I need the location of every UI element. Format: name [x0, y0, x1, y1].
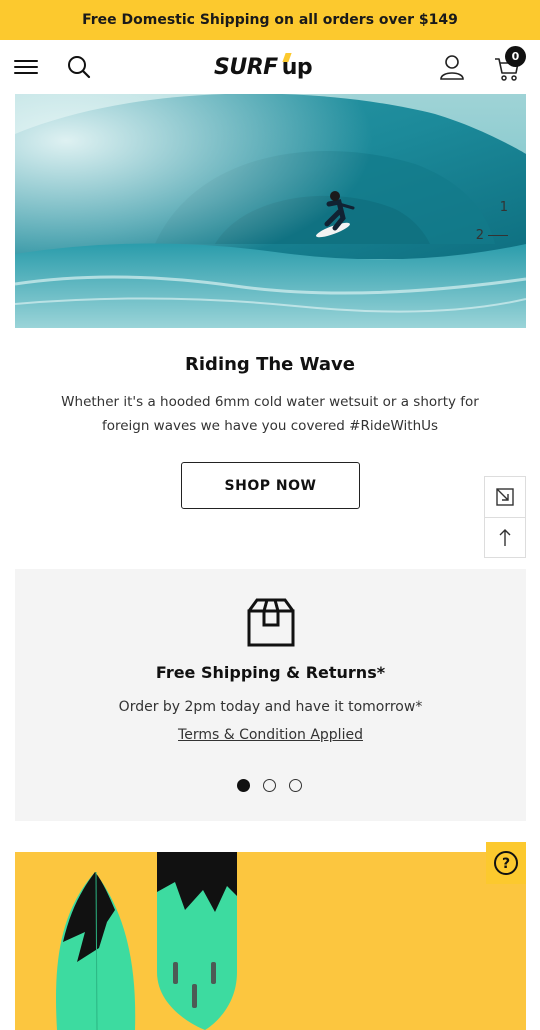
slider-dot-2[interactable]: [263, 779, 276, 792]
cart-count-badge: 0: [505, 46, 526, 67]
slider-dot-3[interactable]: [289, 779, 302, 792]
features-slider: Free Shipping & Returns* Order by 2pm to…: [15, 569, 526, 821]
wave-image: [15, 94, 526, 328]
hero-description: Whether it's a hooded 6mm cold water wet…: [61, 394, 479, 434]
slider-dots: [237, 779, 302, 792]
account-icon[interactable]: [438, 53, 466, 81]
slide-number-indicator: 1 2: [476, 194, 508, 250]
question-icon: ?: [494, 851, 518, 875]
surfboard-right: [157, 852, 237, 1030]
expand-tool[interactable]: [485, 477, 525, 517]
slide-number-1[interactable]: 1: [476, 194, 508, 222]
terms-link[interactable]: Terms & Condition Applied: [178, 727, 363, 743]
menu-icon[interactable]: [14, 56, 40, 78]
logo-word-up: up: [281, 52, 313, 80]
hero-title: Riding The Wave: [185, 354, 355, 375]
arrow-up-icon: [499, 528, 511, 546]
search-icon[interactable]: [66, 54, 92, 80]
announcement-text: Free Domestic Shipping on all orders ove…: [82, 12, 458, 28]
slide-number-2-active[interactable]: 2: [476, 222, 508, 250]
surfboard-left: [55, 871, 136, 1030]
feature-title: Free Shipping & Returns*: [155, 663, 386, 682]
feature-link-row: Terms & Condition Applied: [15, 727, 526, 743]
logo[interactable]: SURF up: [214, 50, 330, 84]
slider-dot-1[interactable]: [237, 779, 250, 792]
hero-image[interactable]: 1 2: [15, 94, 526, 328]
back-to-top-tool[interactable]: [485, 517, 525, 557]
feature-text: Order by 2pm today and have it tomorrow*: [118, 699, 423, 715]
announcement-bar: Free Domestic Shipping on all orders ove…: [0, 0, 540, 40]
svg-text:?: ?: [502, 856, 510, 872]
promo-banner[interactable]: [15, 852, 526, 1030]
side-toolbar: [484, 476, 526, 558]
expand-arrow-icon: [496, 488, 514, 506]
shop-now-button[interactable]: SHOP NOW: [181, 462, 360, 509]
surfboards-image: [55, 852, 237, 1030]
help-button[interactable]: ?: [486, 842, 526, 884]
package-icon: [247, 598, 295, 647]
logo-word-surf: SURF: [214, 54, 278, 80]
site-header: SURF up 0: [0, 40, 540, 94]
